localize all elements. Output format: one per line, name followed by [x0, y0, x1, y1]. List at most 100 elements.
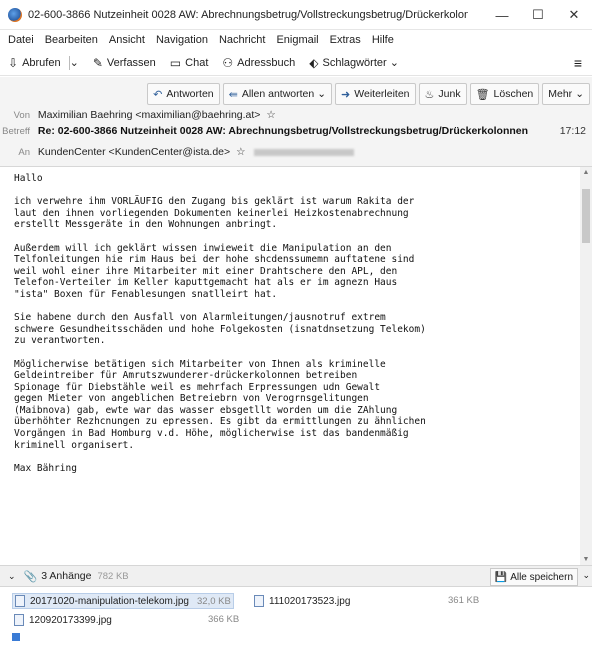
to-value[interactable]: KundenCenter <KundenCenter@ista.de> — [38, 146, 230, 158]
pencil-icon: ✎ — [92, 55, 103, 70]
reply-all-button[interactable]: ⇚ Allen antworten ⌄ — [222, 83, 333, 105]
subject-row: Betreff Re: 02-600-3866 Nutzeinheit 0028… — [0, 125, 528, 137]
message-time: 17:12 — [559, 125, 586, 137]
save-icon: 💾 — [494, 571, 508, 583]
attachment-count: 3 Anhänge — [41, 570, 92, 582]
attachment-item[interactable]: 20171020-manipulation-telekom.jpg 32,0 K… — [12, 593, 234, 609]
forward-icon: ➜ — [341, 88, 351, 101]
forward-label: Weiterleiten — [354, 88, 410, 100]
tags-label: Schlagwörter — [322, 56, 387, 69]
menu-ansicht[interactable]: Ansicht — [109, 34, 145, 46]
message-body: Hallo ich verwehre ihm VORLÄUFIG den Zug… — [0, 167, 580, 565]
attachment-total-size: 782 KB — [97, 570, 129, 582]
image-file-icon — [254, 595, 264, 607]
star-icon[interactable]: ☆ — [236, 146, 245, 158]
maximize-button[interactable]: ☐ — [520, 0, 556, 30]
attachment-name: 120920173399.jpg — [29, 614, 112, 626]
message-header: ↶ Antworten ⇚ Allen antworten ⌄ ➜ Weiter… — [0, 77, 592, 167]
get-mail-label: Abrufen — [22, 56, 61, 69]
compose-label: Verfassen — [106, 56, 156, 69]
junk-icon: ♨ — [424, 88, 435, 101]
chevron-down-icon: ⌄ — [389, 57, 399, 69]
attachment-size: 366 KB — [208, 614, 240, 625]
image-file-icon — [14, 614, 24, 626]
to-label: An — [18, 147, 30, 158]
delete-label: Löschen — [493, 88, 534, 100]
reply-all-label: Allen antworten — [241, 88, 315, 100]
get-mail-button[interactable]: ⇩ Abrufen — [8, 56, 61, 70]
menu-nachricht[interactable]: Nachricht — [219, 34, 265, 46]
reply-icon: ↶ — [153, 88, 163, 101]
menu-enigmail[interactable]: Enigmail — [276, 34, 318, 46]
attachment-name: 111020173523.jpg — [269, 595, 351, 607]
attachment-bar[interactable]: ⌄ 📎 3 Anhänge 782 KB 💾 Alle speichern ⌄ — [0, 565, 592, 587]
message-actions: ↶ Antworten ⇚ Allen antworten ⌄ ➜ Weiter… — [144, 83, 590, 105]
chat-label: Chat — [185, 56, 209, 69]
chat-button[interactable]: ▭ Chat — [170, 56, 209, 70]
subject-label: Betreff — [2, 126, 30, 137]
chevron-down-icon: ⌄ — [69, 57, 79, 69]
from-value[interactable]: Maximilian Baehring <maximilian@baehring… — [38, 109, 261, 121]
menu-bar: Datei Bearbeiten Ansicht Navigation Nach… — [0, 30, 592, 50]
chevron-down-icon[interactable]: ⌄ — [582, 570, 590, 581]
thunderbird-icon — [8, 7, 22, 22]
get-mail-dropdown[interactable]: ⌄ — [70, 56, 79, 69]
forward-button[interactable]: ➜ Weiterleiten — [335, 83, 416, 105]
more-label: Mehr — [548, 88, 573, 100]
download-icon: ⇩ — [8, 55, 19, 70]
main-toolbar: ⇩ Abrufen ⌄ ✎ Verfassen ▭ Chat ⚇ Adressb… — [0, 50, 592, 76]
menu-extras[interactable]: Extras — [330, 34, 361, 46]
attachment-size: 361 KB — [448, 595, 480, 606]
reply-button[interactable]: ↶ Antworten — [147, 83, 220, 105]
tags-button[interactable]: ⬖ Schlagwörter ⌄ — [309, 56, 399, 70]
scroll-down-icon[interactable]: ▼ — [580, 556, 592, 563]
attachment-item[interactable]: 111020173523.jpg — [254, 595, 350, 607]
junk-label: Junk — [438, 88, 461, 100]
tag-icon: ⬖ — [309, 55, 319, 70]
addressbook-label: Adressbuch — [237, 56, 296, 69]
from-row: Von Maximilian Baehring <maximilian@baeh… — [0, 109, 276, 121]
junk-button[interactable]: ♨ Junk — [418, 83, 467, 105]
chevron-down-icon: ⌄ — [575, 88, 584, 100]
redacted-address — [254, 148, 355, 156]
delete-button[interactable]: 🗑 Löschen — [469, 83, 540, 105]
compose-button[interactable]: ✎ Verfassen — [93, 56, 156, 70]
menu-bearbeiten[interactable]: Bearbeiten — [45, 34, 98, 46]
chevron-down-icon[interactable]: ⌄ — [8, 571, 16, 582]
close-button[interactable]: ✕ — [556, 0, 592, 30]
window-title: 02-600-3866 Nutzeinheit 0028 AW: Abrechn… — [28, 8, 468, 21]
hamburger-menu-icon[interactable]: ≡ — [574, 55, 582, 71]
subject-value: Re: 02-600-3866 Nutzeinheit 0028 AW: Abr… — [37, 125, 529, 137]
reply-label: Antworten — [166, 88, 214, 100]
attachment-size-cell: 366 KB — [200, 614, 239, 625]
image-file-icon — [15, 595, 25, 607]
trash-icon: 🗑 — [475, 88, 490, 101]
from-label: Von — [13, 110, 30, 121]
save-all-button[interactable]: 💾 Alle speichern — [489, 568, 578, 586]
more-button[interactable]: Mehr ⌄ — [542, 83, 590, 105]
menu-hilfe[interactable]: Hilfe — [372, 34, 394, 46]
activity-icon — [12, 633, 20, 641]
chevron-down-icon: ⌄ — [317, 88, 327, 100]
attachment-size: 32,0 KB — [197, 595, 231, 607]
attachment-size-cell: 361 KB — [440, 595, 479, 606]
scrollbar-thumb[interactable] — [582, 189, 590, 243]
save-all-label: Alle speichern — [510, 571, 573, 583]
body-scrollbar[interactable]: ▲ ▼ — [580, 167, 592, 565]
star-icon[interactable]: ☆ — [266, 109, 275, 121]
menu-datei[interactable]: Datei — [8, 34, 34, 46]
reply-all-icon: ⇚ — [228, 88, 238, 101]
addressbook-button[interactable]: ⚇ Adressbuch — [222, 56, 295, 70]
paperclip-icon: 📎 — [23, 570, 38, 583]
to-row: An KundenCenter <KundenCenter@ista.de> ☆ — [0, 146, 355, 158]
minimize-button[interactable]: — — [484, 0, 520, 30]
scroll-up-icon[interactable]: ▲ — [580, 169, 592, 176]
title-bar: 02-600-3866 Nutzeinheit 0028 AW: Abrechn… — [0, 0, 592, 30]
attachment-list: 20171020-manipulation-telekom.jpg 32,0 K… — [0, 587, 592, 647]
attachment-name: 20171020-manipulation-telekom.jpg — [30, 595, 189, 607]
message-text: Hallo ich verwehre ihm VORLÄUFIG den Zug… — [14, 173, 426, 474]
attachment-item[interactable]: 120920173399.jpg — [14, 614, 112, 626]
window-controls: — ☐ ✕ — [484, 0, 592, 30]
menu-navigation[interactable]: Navigation — [156, 34, 208, 46]
contacts-icon: ⚇ — [222, 55, 234, 70]
